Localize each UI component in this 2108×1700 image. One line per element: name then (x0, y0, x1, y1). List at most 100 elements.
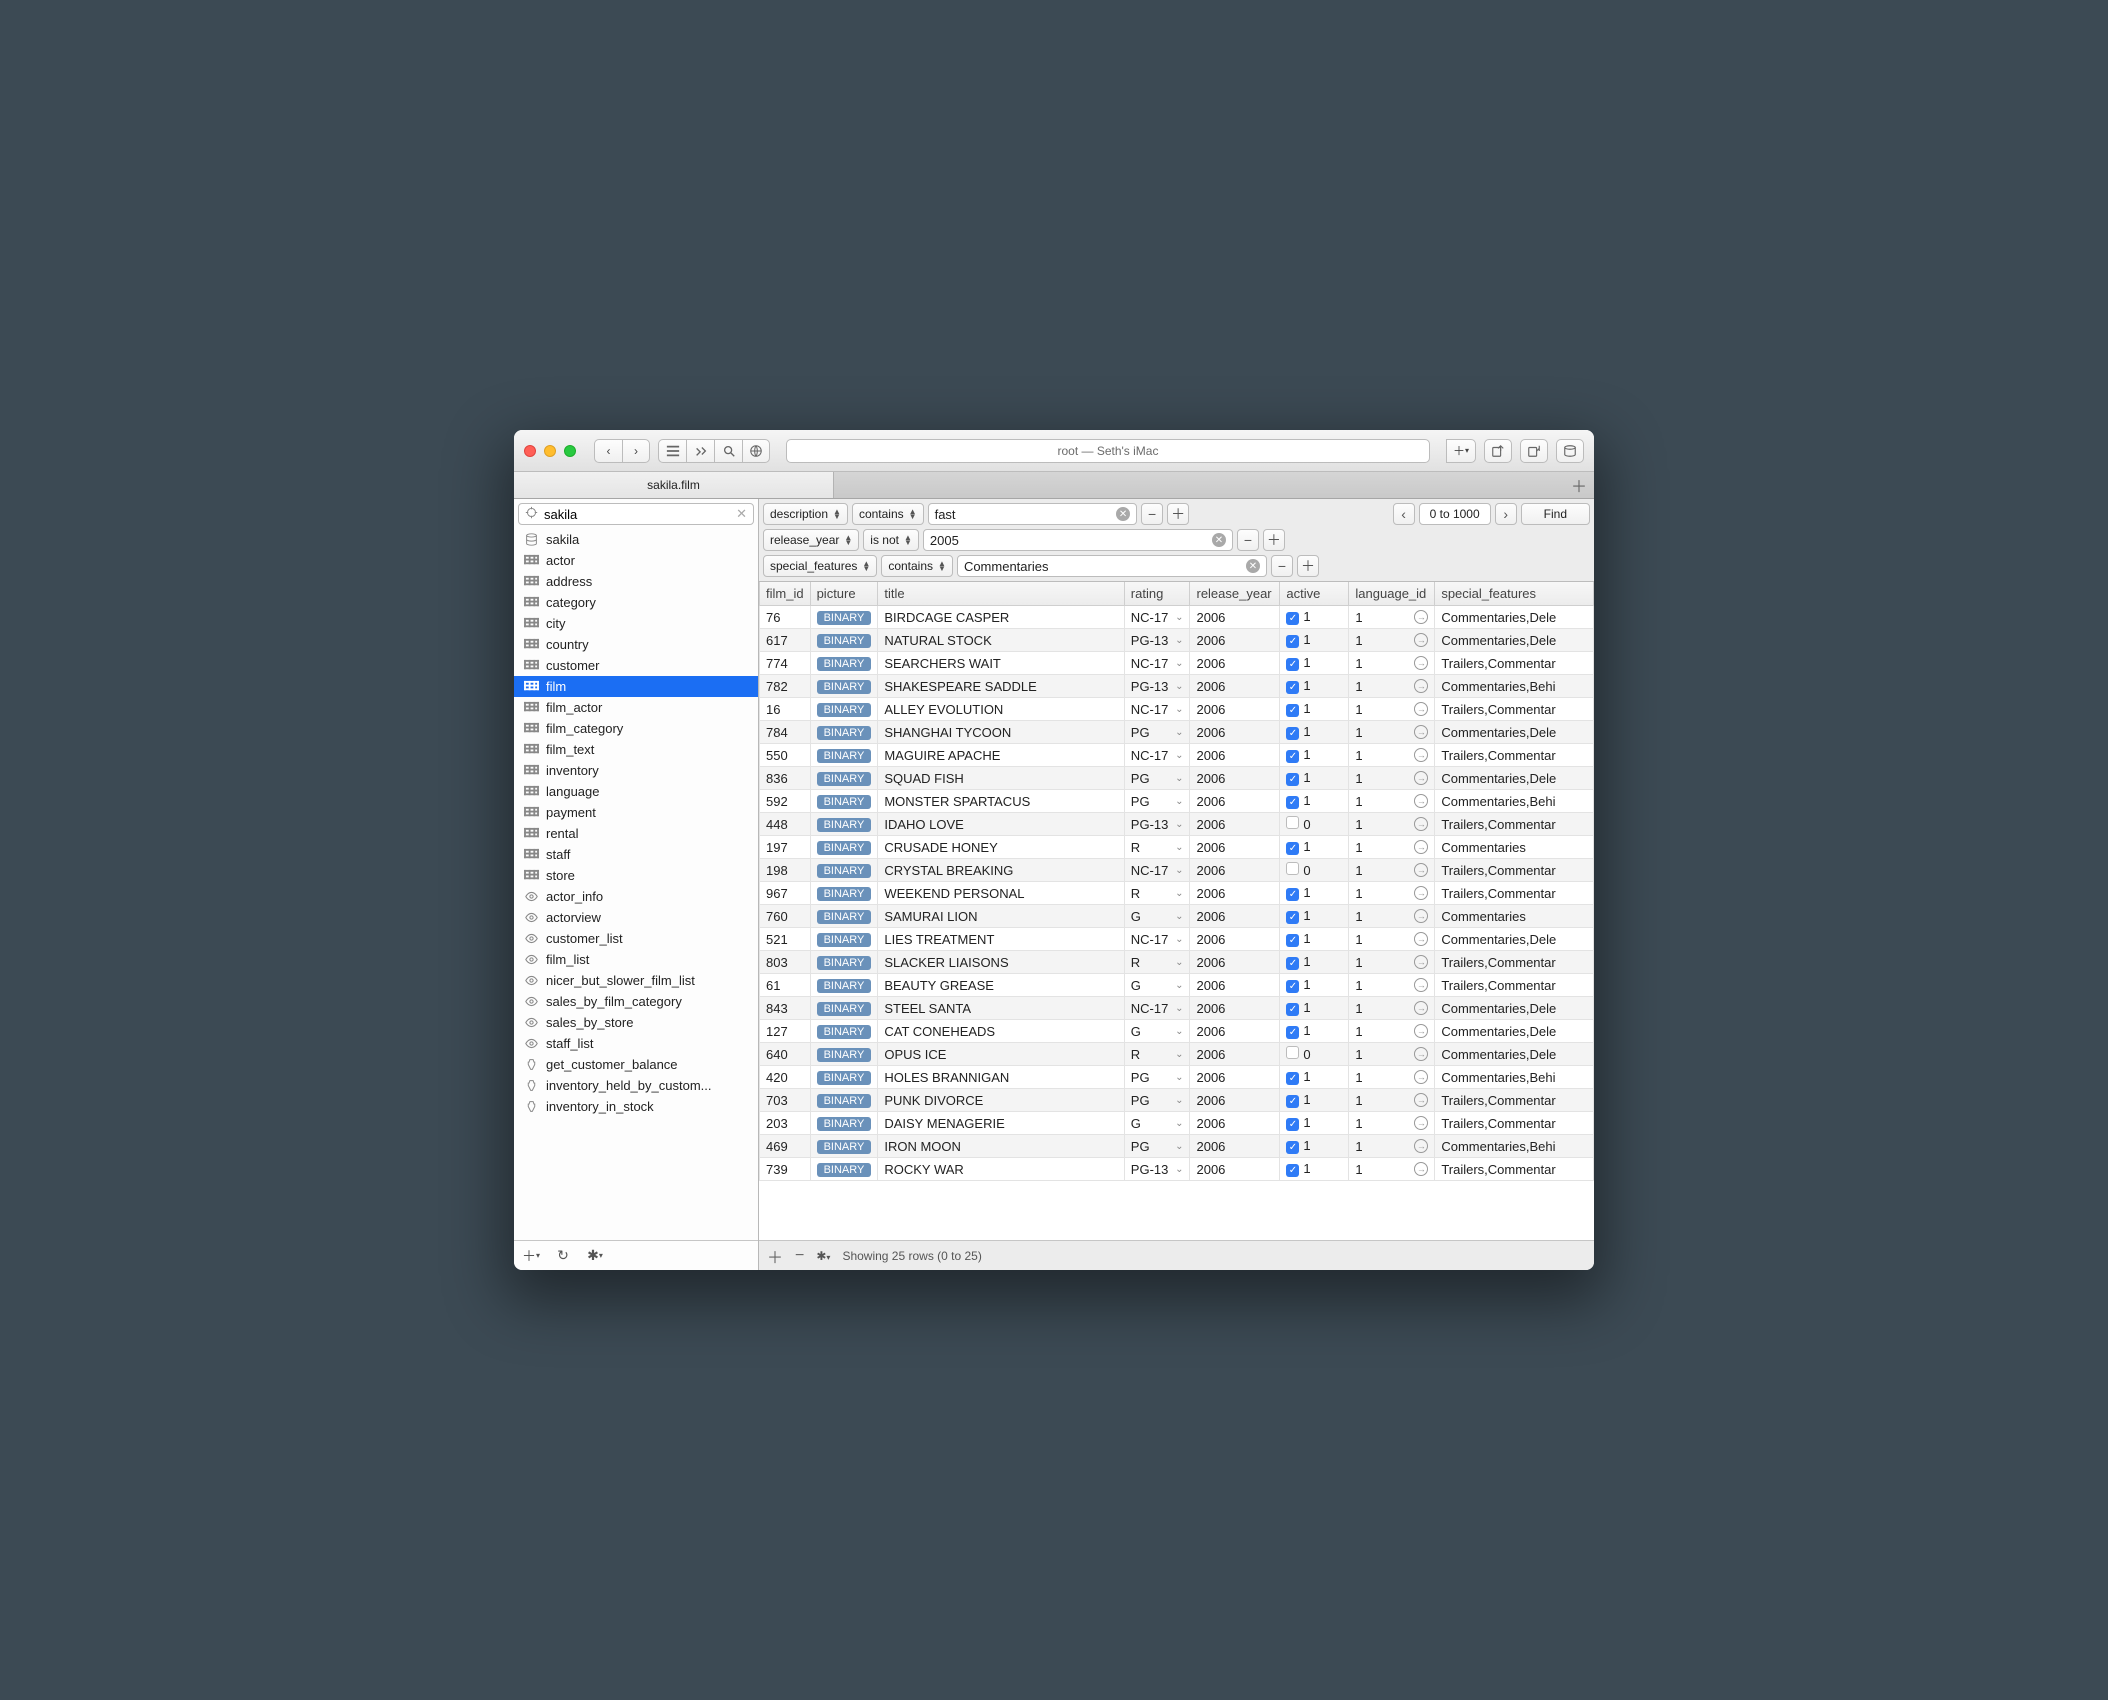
cell-rating[interactable]: PG⌄ (1124, 721, 1190, 744)
cell-picture[interactable]: BINARY (810, 744, 878, 767)
table-row[interactable]: 203BINARYDAISY MENAGERIEG⌄2006✓11→Traile… (760, 1112, 1594, 1135)
foreign-key-icon[interactable]: → (1414, 955, 1428, 969)
cell-release_year[interactable]: 2006 (1190, 997, 1280, 1020)
sidebar-item-actor_info[interactable]: actor_info (514, 886, 758, 907)
cell-film_id[interactable]: 127 (760, 1020, 811, 1043)
column-header-rating[interactable]: rating (1124, 582, 1190, 606)
checkbox-icon[interactable]: ✓ (1286, 1164, 1299, 1177)
checkbox-icon[interactable]: ✓ (1286, 1095, 1299, 1108)
checkbox-icon[interactable]: ✓ (1286, 888, 1299, 901)
chevron-down-icon[interactable]: ⌄ (1175, 1118, 1183, 1129)
cell-active[interactable]: ✓1 (1280, 721, 1349, 744)
table-row[interactable]: 843BINARYSTEEL SANTANC-17⌄2006✓11→Commen… (760, 997, 1594, 1020)
foreign-key-icon[interactable]: → (1414, 656, 1428, 670)
chevron-down-icon[interactable]: ⌄ (1175, 1049, 1183, 1060)
cell-special_features[interactable]: Commentaries,Behi (1435, 1066, 1594, 1089)
cell-film_id[interactable]: 703 (760, 1089, 811, 1112)
table-row[interactable]: 784BINARYSHANGHAI TYCOONPG⌄2006✓11→Comme… (760, 721, 1594, 744)
table-row[interactable]: 197BINARYCRUSADE HONEYR⌄2006✓11→Commenta… (760, 836, 1594, 859)
sidebar-item-sales_by_film_category[interactable]: sales_by_film_category (514, 991, 758, 1012)
cell-picture[interactable]: BINARY (810, 1043, 878, 1066)
chevron-down-icon[interactable]: ⌄ (1175, 750, 1183, 761)
table-row[interactable]: 617BINARYNATURAL STOCKPG-13⌄2006✓11→Comm… (760, 629, 1594, 652)
minimize-window-button[interactable] (544, 445, 556, 457)
cell-rating[interactable]: NC-17⌄ (1124, 744, 1190, 767)
column-header-special_features[interactable]: special_features (1435, 582, 1594, 606)
cell-rating[interactable]: PG⌄ (1124, 790, 1190, 813)
checkbox-icon[interactable]: ✓ (1286, 957, 1299, 970)
cell-picture[interactable]: BINARY (810, 721, 878, 744)
cell-special_features[interactable]: Commentaries,Dele (1435, 721, 1594, 744)
cell-language_id[interactable]: 1→ (1349, 1135, 1435, 1158)
cell-picture[interactable]: BINARY (810, 767, 878, 790)
cell-film_id[interactable]: 739 (760, 1158, 811, 1181)
cell-rating[interactable]: PG-13⌄ (1124, 813, 1190, 836)
cell-language_id[interactable]: 1→ (1349, 1066, 1435, 1089)
foreign-key-icon[interactable]: → (1414, 978, 1428, 992)
cell-title[interactable]: MONSTER SPARTACUS (878, 790, 1124, 813)
remove-filter-button[interactable]: − (1237, 529, 1259, 551)
foreign-key-icon[interactable]: → (1414, 702, 1428, 716)
add-filter-button[interactable]: ＋ (1263, 529, 1285, 551)
find-button[interactable]: Find (1521, 503, 1590, 525)
cell-rating[interactable]: G⌄ (1124, 1020, 1190, 1043)
cell-title[interactable]: ALLEY EVOLUTION (878, 698, 1124, 721)
chevron-down-icon[interactable]: ⌄ (1175, 727, 1183, 738)
checkbox-icon[interactable] (1286, 862, 1299, 875)
chevron-down-icon[interactable]: ⌄ (1175, 1003, 1183, 1014)
cell-title[interactable]: CRUSADE HONEY (878, 836, 1124, 859)
sidebar-item-film_category[interactable]: film_category (514, 718, 758, 739)
cell-release_year[interactable]: 2006 (1190, 744, 1280, 767)
cell-language_id[interactable]: 1→ (1349, 1043, 1435, 1066)
checkbox-icon[interactable]: ✓ (1286, 1003, 1299, 1016)
cell-active[interactable]: ✓1 (1280, 675, 1349, 698)
cell-special_features[interactable]: Commentaries (1435, 905, 1594, 928)
cell-picture[interactable]: BINARY (810, 698, 878, 721)
cell-language_id[interactable]: 1→ (1349, 928, 1435, 951)
cell-picture[interactable]: BINARY (810, 1112, 878, 1135)
sidebar-gear-button[interactable]: ✱▾ (584, 1245, 606, 1267)
cell-film_id[interactable]: 16 (760, 698, 811, 721)
cell-picture[interactable]: BINARY (810, 1020, 878, 1043)
cell-picture[interactable]: BINARY (810, 951, 878, 974)
cell-special_features[interactable]: Trailers,Commentar (1435, 859, 1594, 882)
chevron-down-icon[interactable]: ⌄ (1175, 819, 1183, 830)
cell-special_features[interactable]: Trailers,Commentar (1435, 652, 1594, 675)
cell-rating[interactable]: R⌄ (1124, 951, 1190, 974)
cell-active[interactable]: ✓1 (1280, 1135, 1349, 1158)
cell-title[interactable]: PUNK DIVORCE (878, 1089, 1124, 1112)
cell-active[interactable]: ✓1 (1280, 928, 1349, 951)
address-bar[interactable]: root — Seth's iMac (786, 439, 1430, 463)
cell-active[interactable]: ✓1 (1280, 836, 1349, 859)
foreign-key-icon[interactable]: → (1414, 1116, 1428, 1130)
sidebar-item-film_text[interactable]: film_text (514, 739, 758, 760)
cell-release_year[interactable]: 2006 (1190, 882, 1280, 905)
table-row[interactable]: 127BINARYCAT CONEHEADSG⌄2006✓11→Commenta… (760, 1020, 1594, 1043)
sidebar-item-inventory_held_by_custom...[interactable]: inventory_held_by_custom... (514, 1075, 758, 1096)
chevron-down-icon[interactable]: ⌄ (1175, 1072, 1183, 1083)
filter-value-input[interactable]: fast✕ (928, 503, 1138, 525)
cell-release_year[interactable]: 2006 (1190, 905, 1280, 928)
cell-release_year[interactable]: 2006 (1190, 813, 1280, 836)
checkbox-icon[interactable]: ✓ (1286, 635, 1299, 648)
chevron-down-icon[interactable]: ⌄ (1175, 635, 1183, 646)
foreign-key-icon[interactable]: → (1414, 1093, 1428, 1107)
table-row[interactable]: 550BINARYMAGUIRE APACHENC-17⌄2006✓11→Tra… (760, 744, 1594, 767)
cell-rating[interactable]: PG-13⌄ (1124, 629, 1190, 652)
cell-picture[interactable]: BINARY (810, 882, 878, 905)
chevron-down-icon[interactable]: ⌄ (1175, 865, 1183, 876)
table-row[interactable]: 803BINARYSLACKER LIAISONSR⌄2006✓11→Trail… (760, 951, 1594, 974)
cell-special_features[interactable]: Commentaries (1435, 836, 1594, 859)
column-header-release_year[interactable]: release_year (1190, 582, 1280, 606)
cell-rating[interactable]: PG-13⌄ (1124, 675, 1190, 698)
cell-rating[interactable]: G⌄ (1124, 974, 1190, 997)
foreign-key-icon[interactable]: → (1414, 1162, 1428, 1176)
cell-language_id[interactable]: 1→ (1349, 744, 1435, 767)
sidebar-item-nicer_but_slower_film_list[interactable]: nicer_but_slower_film_list (514, 970, 758, 991)
sidebar-item-film_list[interactable]: film_list (514, 949, 758, 970)
cell-special_features[interactable]: Trailers,Commentar (1435, 1158, 1594, 1181)
cell-language_id[interactable]: 1→ (1349, 675, 1435, 698)
table-row[interactable]: 703BINARYPUNK DIVORCEPG⌄2006✓11→Trailers… (760, 1089, 1594, 1112)
cell-title[interactable]: DAISY MENAGERIE (878, 1112, 1124, 1135)
sidebar-item-customer[interactable]: customer (514, 655, 758, 676)
